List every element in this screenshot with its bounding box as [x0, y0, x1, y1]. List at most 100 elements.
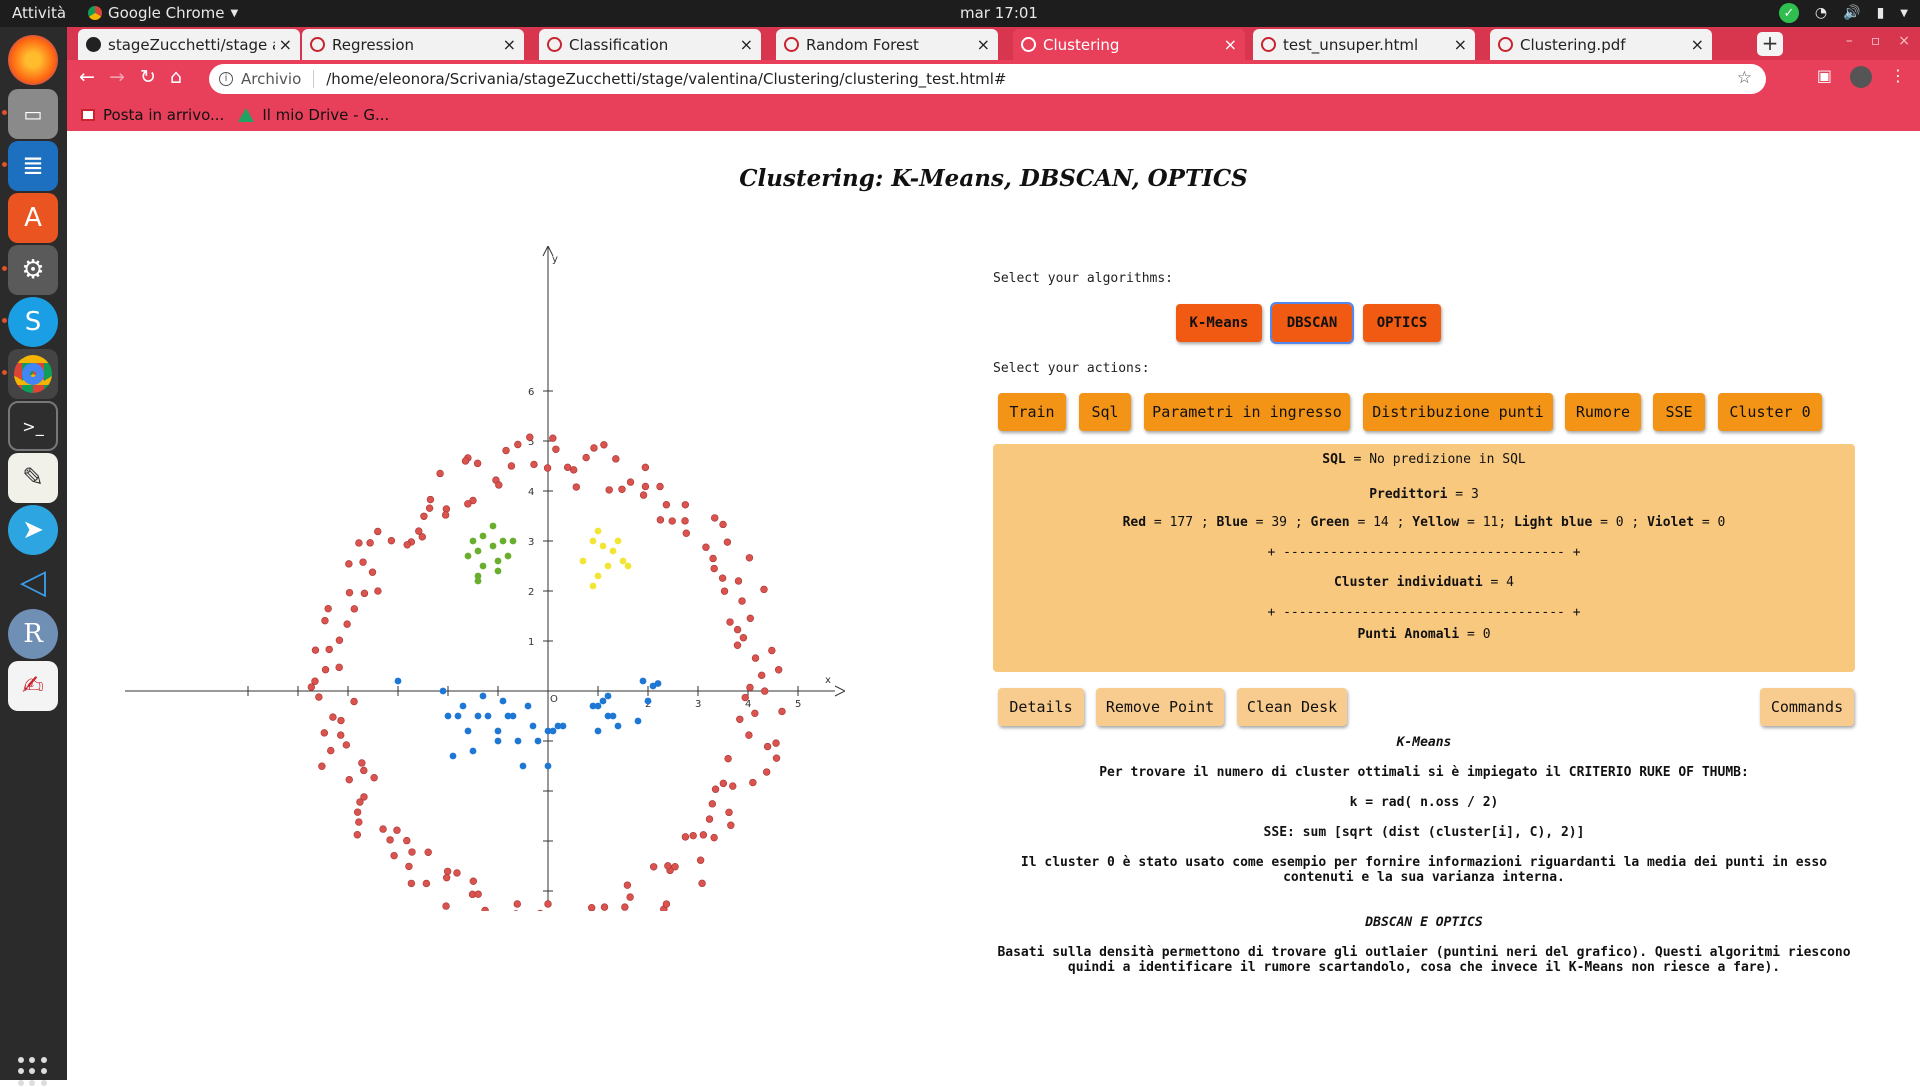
menu-icon[interactable]: ⋮ [1890, 66, 1906, 88]
data-point [515, 738, 522, 745]
telegram-icon[interactable]: ➤ [8, 505, 58, 555]
settings-icon[interactable]: ⚙ [8, 245, 58, 295]
app-menu[interactable]: Google Chrome ▼ [88, 4, 238, 22]
data-point [627, 894, 634, 901]
drive-icon [238, 108, 254, 122]
software-center-icon[interactable]: A [8, 193, 58, 243]
parametri-button[interactable]: Parametri in ingresso [1144, 393, 1350, 431]
tab-github[interactable]: stageZucchetti/stage at m × [78, 29, 300, 60]
sql-key: SQL [1322, 452, 1345, 467]
data-point [315, 694, 322, 701]
tab-classification[interactable]: Classification × [539, 29, 761, 60]
clean-desk-button[interactable]: Clean Desk [1237, 688, 1347, 726]
tab-clustering-pdf[interactable]: Clustering.pdf × [1490, 29, 1712, 60]
sql-button[interactable]: Sql [1079, 393, 1131, 431]
predittori-key: Predittori [1369, 487, 1447, 502]
data-point [619, 486, 626, 493]
data-point [736, 716, 743, 723]
cluster0-button[interactable]: Cluster 0 [1718, 393, 1822, 431]
bookmarks-bar: Posta in arrivo... Il mio Drive - G... [67, 98, 1920, 131]
close-icon[interactable]: × [1454, 35, 1467, 54]
data-point [709, 800, 716, 807]
clock[interactable]: mar 17:01 [960, 4, 1038, 22]
profile-avatar[interactable] [1850, 66, 1872, 88]
data-point [470, 878, 477, 885]
bookmark-gmail[interactable]: Posta in arrivo... [81, 106, 224, 124]
data-point [600, 543, 607, 550]
system-tray[interactable]: ✓ ◔ 🔊 ▮ ▼ [1779, 3, 1908, 23]
forward-icon[interactable]: → [109, 66, 125, 88]
r-icon[interactable]: R [8, 609, 58, 659]
terminal-icon[interactable]: >_ [8, 401, 58, 451]
data-point [700, 831, 707, 838]
commands-button[interactable]: Commands [1760, 688, 1854, 726]
scatter-plot[interactable]: 23456123456xyO [125, 246, 845, 911]
data-point [427, 496, 434, 503]
bookmark-drive[interactable]: Il mio Drive - G... [238, 106, 389, 124]
remove-point-button[interactable]: Remove Point [1096, 688, 1224, 726]
close-icon[interactable]: × [1691, 35, 1704, 54]
close-icon[interactable]: × [1224, 35, 1237, 54]
data-point [552, 446, 559, 453]
data-point [327, 747, 334, 754]
address-bar[interactable]: i Archivio /home/eleonora/Scrivania/stag… [209, 64, 1766, 94]
firefox-icon[interactable] [8, 35, 58, 85]
vscode-icon[interactable]: ◁ [8, 557, 58, 607]
files-icon[interactable]: ▭ [8, 89, 58, 139]
info-icon[interactable]: i [219, 72, 233, 86]
sse-button[interactable]: SSE [1653, 393, 1705, 431]
minimize-icon[interactable]: – [1846, 33, 1853, 49]
running-indicator [2, 266, 7, 271]
data-point [600, 441, 607, 448]
activities-button[interactable]: Attività [12, 4, 66, 22]
show-applications-icon[interactable] [18, 1057, 48, 1087]
close-icon[interactable]: × [740, 35, 753, 54]
data-point [655, 680, 662, 687]
rumore-button[interactable]: Rumore [1565, 393, 1641, 431]
separator: + ------------------------------------ + [993, 605, 1855, 620]
update-check-icon[interactable]: ✓ [1779, 3, 1799, 23]
close-icon[interactable]: × [503, 35, 516, 54]
tab-regression[interactable]: Regression × [302, 29, 524, 60]
data-point [361, 794, 368, 801]
back-icon[interactable]: ← [79, 66, 95, 88]
cluster-key: Cluster individuati [1334, 575, 1483, 590]
extension-icon[interactable]: ▣ [1817, 66, 1832, 88]
bookmark-star-icon[interactable]: ☆ [1737, 68, 1752, 88]
optics-button[interactable]: OPTICS [1363, 304, 1441, 342]
chrome-icon[interactable] [8, 349, 58, 399]
skype-icon[interactable]: S [8, 297, 58, 347]
yellow-value: = 11; [1459, 515, 1514, 530]
document-viewer-icon[interactable]: ✍ [8, 661, 58, 711]
page-icon [784, 37, 799, 52]
train-button[interactable]: Train [998, 393, 1066, 431]
data-point [480, 533, 487, 540]
cluster0-note: Il cluster 0 è stato usato come esempio … [993, 855, 1855, 885]
data-point [549, 435, 556, 442]
close-icon[interactable]: × [977, 35, 990, 54]
data-point [560, 723, 567, 730]
dbscan-button[interactable]: DBSCAN [1272, 304, 1352, 342]
close-icon[interactable]: × [1898, 33, 1910, 49]
writer-icon[interactable]: ≣ [8, 141, 58, 191]
data-point [725, 755, 732, 762]
kmeans-button[interactable]: K-Means [1176, 304, 1262, 342]
address-url[interactable]: /home/eleonora/Scrivania/stageZucchetti/… [326, 70, 1006, 88]
tab-clustering[interactable]: Clustering × [1013, 29, 1245, 60]
details-button[interactable]: Details [998, 688, 1084, 726]
blue-key: Blue [1217, 515, 1248, 530]
github-icon [86, 37, 101, 52]
reload-icon[interactable]: ↻ [140, 66, 156, 88]
text-editor-icon[interactable]: ✎ [8, 453, 58, 503]
distribuzione-button[interactable]: Distribuzione punti [1363, 393, 1553, 431]
home-icon[interactable]: ⌂ [170, 66, 182, 88]
close-icon[interactable]: × [279, 35, 292, 54]
tab-title: Classification [569, 36, 736, 54]
new-tab-button[interactable]: + [1757, 32, 1783, 56]
maximize-icon[interactable]: ▫ [1871, 33, 1881, 49]
data-point [495, 568, 502, 575]
tab-random-forest[interactable]: Random Forest × [776, 29, 998, 60]
tab-test-unsuper[interactable]: test_unsuper.html × [1253, 29, 1475, 60]
data-point [462, 458, 469, 465]
data-point [605, 563, 612, 570]
